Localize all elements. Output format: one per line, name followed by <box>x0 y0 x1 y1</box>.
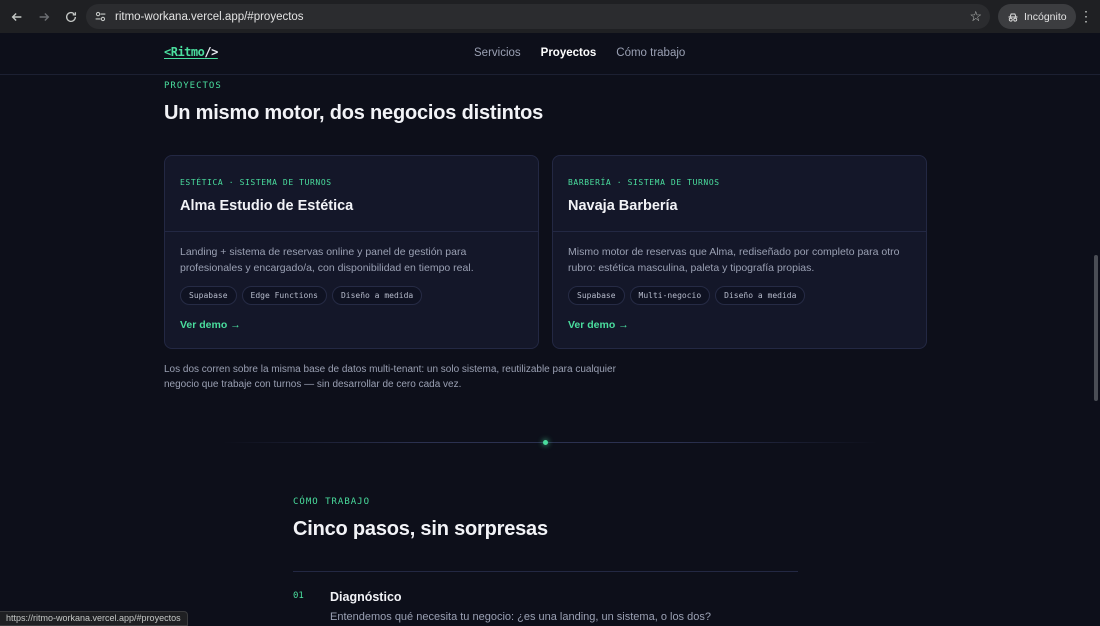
address-bar[interactable]: ritmo-workana.vercel.app/#proyectos ☆ <box>86 4 990 29</box>
browser-toolbar: ritmo-workana.vercel.app/#proyectos ☆ In… <box>0 0 1100 33</box>
card-description: Landing + sistema de reservas online y p… <box>180 246 474 274</box>
projects-eyebrow: PROYECTOS <box>164 81 222 91</box>
logo-text: <Ritmo <box>164 45 205 59</box>
browser-menu-icon[interactable]: ⋮ <box>1079 7 1093 25</box>
ver-demo-link-alma[interactable]: Ver demo → <box>180 319 241 331</box>
projects-note: Los dos corren sobre la misma base de da… <box>164 364 616 390</box>
site-header: <Ritmo/> Servicios Proyectos Cómo trabaj… <box>0 33 1100 75</box>
logo-suffix: /> <box>204 45 218 59</box>
card-tag: BARBERÍA · SISTEMA DE TURNOS <box>568 178 720 187</box>
card-divider <box>553 231 926 232</box>
url-text[interactable]: ritmo-workana.vercel.app/#proyectos <box>115 11 304 23</box>
incognito-icon <box>1008 13 1018 22</box>
arrow-left-icon <box>11 12 22 21</box>
back-button[interactable] <box>5 5 29 29</box>
projects-title: Un mismo motor, dos negocios distintos <box>164 102 544 124</box>
incognito-label: Incógnito <box>1024 10 1067 23</box>
tech-chips: Supabase Multi-negocio Diseño a medida <box>568 286 806 305</box>
forward-button[interactable] <box>32 5 56 29</box>
chip-supabase: Supabase <box>568 286 625 305</box>
card-tag: ESTÉTICA · SISTEMA DE TURNOS <box>180 178 332 187</box>
reload-button[interactable] <box>59 5 83 29</box>
chip-diseno-a-medida: Diseño a medida <box>331 286 423 305</box>
section-divider <box>222 442 878 443</box>
incognito-badge[interactable]: Incógnito <box>998 4 1076 29</box>
site-logo[interactable]: <Ritmo/> <box>164 45 218 59</box>
divider-dot <box>543 440 548 445</box>
chip-edge-functions: Edge Functions <box>241 286 327 305</box>
reload-icon <box>65 11 77 22</box>
process-title: Cinco pasos, sin sorpresas <box>293 518 548 540</box>
bookmark-star-icon[interactable]: ☆ <box>969 8 982 24</box>
chip-diseno-a-medida: Diseño a medida <box>715 286 806 305</box>
chip-supabase: Supabase <box>180 286 237 305</box>
step-description: Entendemos qué necesita tu negocio: ¿es … <box>330 611 711 623</box>
chip-multi-negocio: Multi-negocio <box>629 286 711 305</box>
project-card-navaja: BARBERÍA · SISTEMA DE TURNOS Navaja Barb… <box>552 155 927 349</box>
nav-link-como-trabajo[interactable]: Cómo trabajo <box>616 47 685 59</box>
process-eyebrow: CÓMO TRABAJO <box>293 497 371 507</box>
page-scrollbar[interactable] <box>1092 33 1100 626</box>
step-title: Diagnóstico <box>330 590 402 604</box>
scrollbar-thumb[interactable] <box>1094 255 1098 401</box>
arrow-right-icon <box>39 12 50 21</box>
card-title: Navaja Barbería <box>568 198 678 214</box>
link-status-bar: https://ritmo-workana.vercel.app/#proyec… <box>0 611 188 626</box>
site-info-icon[interactable] <box>89 6 111 28</box>
nav-link-servicios[interactable]: Servicios <box>474 47 521 59</box>
main-nav: Servicios Proyectos Cómo trabajo <box>474 47 685 59</box>
tech-chips: Supabase Edge Functions Diseño a medida <box>180 286 423 305</box>
card-divider <box>165 231 538 232</box>
ver-demo-link-navaja[interactable]: Ver demo → <box>568 319 629 331</box>
card-description: Mismo motor de reservas que Alma, redise… <box>568 246 900 274</box>
step-number: 01 <box>293 591 304 601</box>
steps-divider <box>293 571 798 572</box>
card-title: Alma Estudio de Estética <box>180 198 354 214</box>
nav-link-proyectos[interactable]: Proyectos <box>541 47 597 59</box>
project-card-alma: ESTÉTICA · SISTEMA DE TURNOS Alma Estudi… <box>164 155 539 349</box>
